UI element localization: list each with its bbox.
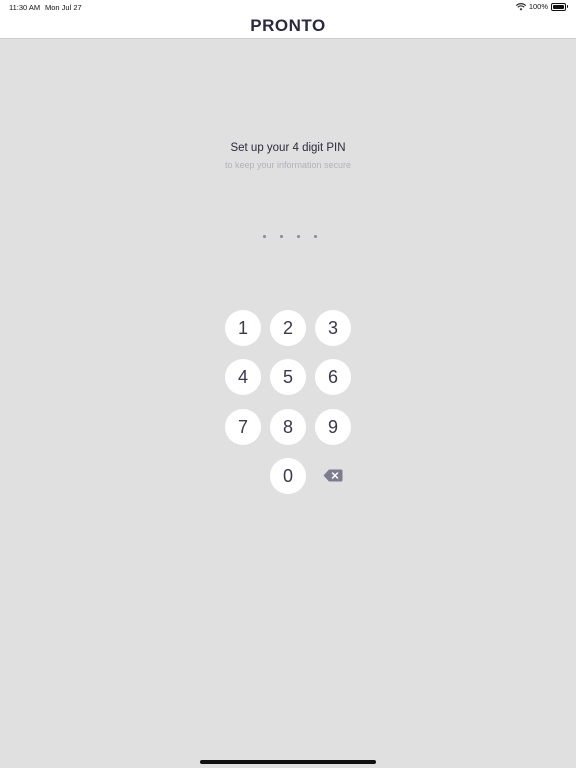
key-0[interactable]: 0	[270, 458, 306, 494]
key-7[interactable]: 7	[225, 409, 261, 445]
battery-percent: 100%	[528, 2, 548, 11]
pin-subtitle: to keep your information secure	[224, 160, 352, 170]
key-1[interactable]: 1	[225, 310, 261, 346]
pin-dot	[314, 235, 317, 238]
key-5[interactable]: 5	[270, 359, 306, 395]
pin-dots	[263, 235, 317, 238]
wifi-icon	[515, 2, 526, 10]
backspace-icon[interactable]	[323, 469, 343, 482]
status-bar: 11:30 AM Mon Jul 27 100%	[0, 0, 576, 14]
logo: PRONTO	[250, 16, 326, 35]
key-2[interactable]: 2	[270, 310, 306, 346]
key-6[interactable]: 6	[315, 359, 351, 395]
key-4[interactable]: 4	[225, 359, 261, 395]
pin-dot	[263, 235, 266, 238]
status-time: 11:30 AM	[9, 3, 41, 12]
key-9[interactable]: 9	[315, 409, 351, 445]
key-3[interactable]: 3	[315, 310, 351, 346]
status-right: 100%	[515, 2, 568, 11]
key-8[interactable]: 8	[270, 409, 306, 445]
pin-title: Set up your 4 digit PIN	[230, 142, 346, 154]
pin-dot	[297, 235, 300, 238]
battery-icon	[551, 2, 568, 11]
status-date: Mon Jul 27	[45, 3, 82, 12]
home-indicator[interactable]	[200, 760, 376, 764]
pin-dot	[280, 235, 283, 238]
app-header: PRONTO	[0, 14, 576, 39]
